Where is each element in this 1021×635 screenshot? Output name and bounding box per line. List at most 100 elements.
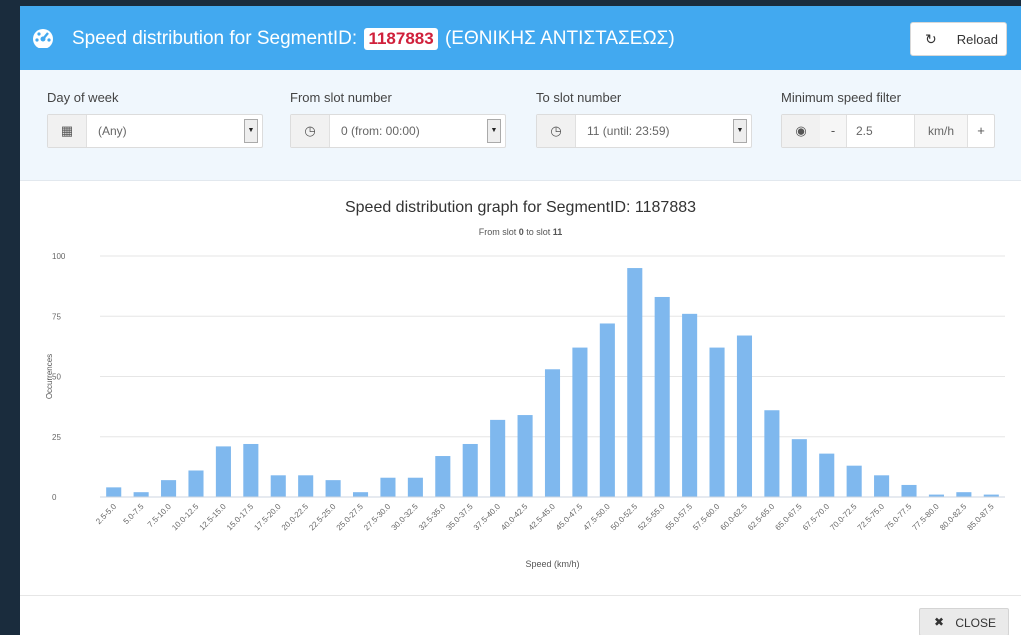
chart-bar [599, 323, 615, 497]
chevron-down-icon[interactable]: ▼ [244, 119, 258, 143]
chevron-down-icon[interactable]: ▼ [733, 119, 747, 143]
x-tick-label: 70.0-72.5 [828, 502, 859, 533]
segment-id-badge: 1187883 [364, 28, 438, 50]
chart-bar [846, 465, 862, 497]
chart-bar [161, 480, 177, 497]
x-tick-label: 22.5-25.0 [307, 502, 338, 533]
chart-bar [298, 475, 314, 497]
x-axis-label: Speed (km/h) [525, 559, 579, 569]
decrease-speed-button[interactable]: - [820, 115, 847, 147]
modal-header: Speed distribution for SegmentID: 118788… [20, 6, 1021, 70]
x-tick-label: 45.0-47.5 [554, 502, 585, 533]
x-tick-label: 17.5-20.0 [252, 502, 283, 533]
to-slot-select[interactable]: ◷ 11 (until: 23:59) ▼ [536, 114, 752, 148]
chart-bar [462, 443, 478, 497]
x-tick-label: 5.0-7.5 [122, 502, 146, 526]
x-tick-label: 75.0-77.5 [883, 502, 914, 533]
to-slot-group: To slot number ◷ 11 (until: 23:59) ▼ [536, 90, 752, 148]
clock-icon: ◷ [537, 115, 576, 147]
chart-bar [764, 410, 780, 497]
speed-distribution-chart: 0255075100Occurrences2.5-5.0 5.0-7.5 7.5-1… [45, 252, 1005, 569]
chart-bar [215, 446, 231, 497]
x-tick-label: 57.5-60.0 [691, 502, 722, 533]
from-slot-group: From slot number ◷ 0 (from: 00:00) ▼ [290, 90, 506, 148]
close-icon: ✖ [934, 615, 945, 629]
chart-bar [901, 484, 917, 497]
chart-bar [407, 477, 423, 497]
chart-bar [791, 439, 807, 497]
street-name: (ΕΘΝΙΚΗΣ ΑΝΤΙΣΤΑΣΕΩΣ) [444, 28, 675, 49]
x-tick-label: 72.5-75.0 [856, 502, 887, 533]
increase-speed-button[interactable]: + [968, 115, 994, 147]
y-axis-label: Occurrences [45, 354, 54, 399]
chart-bar [490, 419, 506, 497]
from-slot-label: From slot number [290, 90, 392, 105]
x-tick-label: 65.0-67.5 [773, 502, 804, 533]
chart-bar [819, 453, 835, 497]
close-label: CLOSE [955, 616, 996, 630]
chart-bar [572, 347, 588, 497]
chart-bar [435, 456, 451, 497]
chart-bar [188, 470, 204, 497]
x-tick-label: 30.0-32.5 [390, 502, 421, 533]
reload-button[interactable]: ↻ Reload [910, 22, 1007, 56]
x-tick-label: 37.5-40.0 [472, 502, 503, 533]
x-tick-label: 25.0-27.5 [335, 502, 366, 533]
chart-bar [243, 443, 259, 497]
reload-label: Reload [956, 32, 998, 47]
speedometer-icon: ◉ [782, 115, 821, 147]
chart-bar [270, 475, 286, 497]
min-speed-input[interactable]: 2.5 [856, 124, 873, 138]
x-tick-label: 42.5-45.0 [527, 502, 558, 533]
min-speed-label: Minimum speed filter [781, 90, 901, 105]
chart-bar [654, 296, 670, 497]
chart-bar [736, 335, 753, 497]
chart-bar [956, 492, 972, 497]
title-prefix: Speed distribution for SegmentID: [72, 28, 358, 49]
close-button[interactable]: ✖ CLOSE [919, 608, 1009, 635]
y-tick-label: 100 [52, 252, 66, 261]
x-tick-label: 12.5-15.0 [198, 502, 229, 533]
chart-bar [709, 347, 725, 497]
chart-bar [352, 492, 369, 497]
day-of-week-select[interactable]: ▦ (Any) ▼ [47, 114, 263, 148]
y-tick-label: 0 [52, 493, 57, 502]
calendar-icon: ▦ [48, 115, 87, 147]
x-tick-label: 67.5-70.0 [801, 502, 832, 533]
x-tick-label: 80.0-82.5 [938, 502, 969, 533]
x-tick-label: 27.5-30.0 [362, 502, 393, 533]
chart-bar [874, 475, 890, 497]
y-tick-label: 25 [52, 433, 61, 442]
x-tick-label: 50.0-52.5 [609, 502, 640, 533]
x-tick-label: 77.5-80.0 [911, 502, 942, 533]
x-tick-label: 15.0-17.5 [225, 502, 256, 533]
x-tick-label: 7.5-10.0 [146, 502, 174, 530]
chart-bar [627, 268, 643, 497]
chevron-down-icon[interactable]: ▼ [487, 119, 501, 143]
x-tick-label: 35.0-37.5 [444, 502, 475, 533]
modal-title: Speed distribution for SegmentID: 118788… [72, 28, 675, 50]
x-tick-label: 55.0-57.5 [664, 502, 695, 533]
x-tick-label: 40.0-42.5 [499, 502, 530, 533]
chart-bar [682, 313, 698, 497]
y-tick-label: 75 [52, 312, 61, 321]
x-tick-label: 20.0-22.5 [280, 502, 311, 533]
x-tick-label: 52.5-55.0 [636, 502, 667, 533]
x-tick-label: 85.0-87.5 [965, 502, 996, 533]
x-tick-label: 62.5-65.0 [746, 502, 777, 533]
day-of-week-label: Day of week [47, 90, 119, 105]
x-tick-label: 2.5-5.0 [94, 502, 118, 526]
filter-bar: Day of week ▦ (Any) ▼ From slot number ◷… [20, 70, 1021, 181]
day-of-week-group: Day of week ▦ (Any) ▼ [47, 90, 263, 148]
clock-icon: ◷ [291, 115, 330, 147]
x-tick-label: 32.5-35.0 [417, 502, 448, 533]
x-tick-label: 10.0-12.5 [170, 502, 201, 533]
chart-area: Speed distribution graph for SegmentID: … [20, 181, 1021, 596]
refresh-icon: ↻ [925, 31, 937, 47]
chart-bar [133, 492, 149, 497]
speed-distribution-modal: Speed distribution for SegmentID: 118788… [20, 6, 1021, 635]
from-slot-select[interactable]: ◷ 0 (from: 00:00) ▼ [290, 114, 506, 148]
chart-bar [106, 487, 122, 497]
chart-bar [517, 415, 533, 497]
modal-footer: ✖ CLOSE [20, 595, 1021, 635]
